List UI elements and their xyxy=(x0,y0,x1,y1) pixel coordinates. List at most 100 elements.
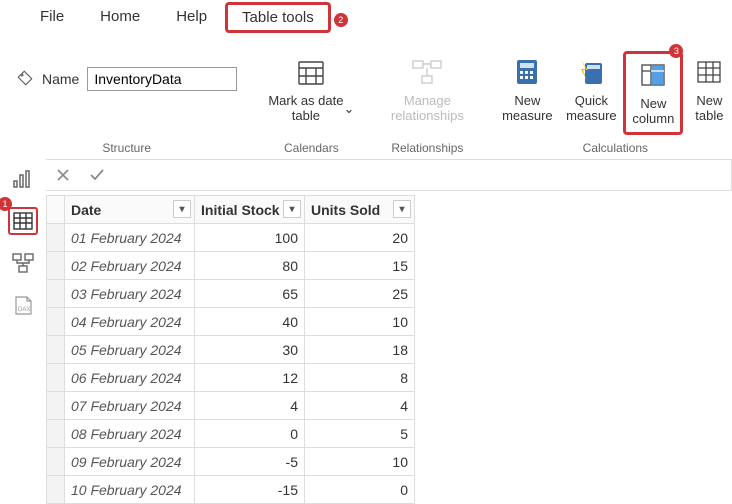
table-row[interactable]: 10 February 2024-150 xyxy=(47,476,415,504)
cell-initial[interactable]: 30 xyxy=(195,336,305,364)
cell-sold[interactable]: 20 xyxy=(305,224,415,252)
cell-date[interactable]: 06 February 2024 xyxy=(65,364,195,392)
col-header-initial[interactable]: Initial Stock ▾ xyxy=(195,196,305,224)
col-header-sold[interactable]: Units Sold ▾ xyxy=(305,196,415,224)
quick-measure-button[interactable]: Quick measure xyxy=(559,51,623,135)
formula-cancel-button[interactable] xyxy=(46,160,80,190)
quick-measure-icon xyxy=(574,55,608,89)
menu-home[interactable]: Home xyxy=(82,0,158,31)
view-switcher: 1 DAX xyxy=(0,159,46,497)
cell-sold[interactable]: 18 xyxy=(305,336,415,364)
report-view-button[interactable] xyxy=(8,165,38,193)
filter-dropdown-sold[interactable]: ▾ xyxy=(393,200,411,218)
ribbon-group-relationships: Manage relationships Relationships xyxy=(369,47,485,159)
table-row[interactable]: 01 February 202410020 xyxy=(47,224,415,252)
dax-view-button[interactable]: DAX xyxy=(8,291,38,319)
formula-commit-button[interactable] xyxy=(80,160,114,190)
new-table-button[interactable]: New table xyxy=(683,51,732,135)
cell-initial[interactable]: -5 xyxy=(195,448,305,476)
table-row[interactable]: 04 February 20244010 xyxy=(47,308,415,336)
cell-sold[interactable]: 4 xyxy=(305,392,415,420)
row-gutter xyxy=(47,364,65,392)
manage-relationships-button: Manage relationships xyxy=(379,51,475,129)
cell-initial[interactable]: 40 xyxy=(195,308,305,336)
table-row[interactable]: 07 February 202444 xyxy=(47,392,415,420)
new-column-button[interactable]: 3 New column xyxy=(623,51,683,135)
relationships-icon xyxy=(410,55,444,89)
table-row[interactable]: 02 February 20248015 xyxy=(47,252,415,280)
cell-initial[interactable]: -15 xyxy=(195,476,305,504)
menu-table-tools[interactable]: Table tools 2 xyxy=(225,2,331,33)
row-header-blank xyxy=(47,196,65,224)
menu-bar: File Home Help Table tools 2 xyxy=(0,0,732,40)
cell-sold[interactable]: 0 xyxy=(305,476,415,504)
cell-date[interactable]: 04 February 2024 xyxy=(65,308,195,336)
table-row[interactable]: 03 February 20246525 xyxy=(47,280,415,308)
col-header-date[interactable]: Date ▾ xyxy=(65,196,195,224)
table-row[interactable]: 06 February 2024128 xyxy=(47,364,415,392)
cell-sold[interactable]: 15 xyxy=(305,252,415,280)
manage-relationships-label: Manage relationships xyxy=(391,93,464,125)
cell-sold[interactable]: 25 xyxy=(305,280,415,308)
row-gutter xyxy=(47,476,65,504)
table-row[interactable]: 08 February 202405 xyxy=(47,420,415,448)
ribbon-group-calculations: New measure Quick measure 3 New column xyxy=(485,47,732,159)
cell-initial[interactable]: 100 xyxy=(195,224,305,252)
cell-date[interactable]: 10 February 2024 xyxy=(65,476,195,504)
new-measure-button[interactable]: New measure xyxy=(495,51,559,135)
table-row[interactable]: 05 February 20243018 xyxy=(47,336,415,364)
table-name-input[interactable] xyxy=(87,67,237,91)
col-header-initial-label: Initial Stock xyxy=(201,202,280,218)
row-gutter xyxy=(47,224,65,252)
cell-sold[interactable]: 8 xyxy=(305,364,415,392)
cell-date[interactable]: 03 February 2024 xyxy=(65,280,195,308)
cell-date[interactable]: 07 February 2024 xyxy=(65,392,195,420)
menu-file[interactable]: File xyxy=(22,0,82,31)
annotation-badge-3: 3 xyxy=(669,44,683,58)
new-table-label: New table xyxy=(695,93,723,125)
cell-initial[interactable]: 80 xyxy=(195,252,305,280)
cell-date[interactable]: 02 February 2024 xyxy=(65,252,195,280)
cell-date[interactable]: 05 February 2024 xyxy=(65,336,195,364)
filter-dropdown-initial[interactable]: ▾ xyxy=(283,200,301,218)
cell-date[interactable]: 09 February 2024 xyxy=(65,448,195,476)
col-header-date-label: Date xyxy=(71,202,101,218)
cell-sold[interactable]: 10 xyxy=(305,308,415,336)
row-gutter xyxy=(47,336,65,364)
row-gutter xyxy=(47,420,65,448)
cell-initial[interactable]: 4 xyxy=(195,392,305,420)
row-gutter xyxy=(47,308,65,336)
table-row[interactable]: 09 February 2024-510 xyxy=(47,448,415,476)
calendar-icon xyxy=(294,55,328,89)
cell-initial[interactable]: 12 xyxy=(195,364,305,392)
group-label-relationships: Relationships xyxy=(391,135,463,155)
row-gutter xyxy=(47,448,65,476)
col-header-sold-label: Units Sold xyxy=(311,202,380,218)
mark-as-date-label: Mark as date table xyxy=(268,94,343,124)
model-view-button[interactable] xyxy=(8,249,38,277)
formula-bar xyxy=(46,159,732,191)
cell-initial[interactable]: 65 xyxy=(195,280,305,308)
chevron-down-icon: ⌄ xyxy=(343,102,354,117)
cell-sold[interactable]: 10 xyxy=(305,448,415,476)
cell-date[interactable]: 01 February 2024 xyxy=(65,224,195,252)
tag-icon xyxy=(16,69,34,90)
row-gutter xyxy=(47,280,65,308)
menu-table-tools-label: Table tools xyxy=(242,9,314,26)
cell-initial[interactable]: 0 xyxy=(195,420,305,448)
cell-sold[interactable]: 5 xyxy=(305,420,415,448)
formula-input[interactable] xyxy=(114,160,731,190)
quick-measure-label: Quick measure xyxy=(566,93,617,125)
mark-as-date-table-button[interactable]: Mark as date table ⌄ xyxy=(263,51,359,129)
menu-help[interactable]: Help xyxy=(158,0,225,31)
new-measure-label: New measure xyxy=(502,93,553,125)
filter-dropdown-date[interactable]: ▾ xyxy=(173,200,191,218)
cell-date[interactable]: 08 February 2024 xyxy=(65,420,195,448)
main-panel: Date ▾ Initial Stock ▾ Units Sold ▾ 01 F… xyxy=(46,159,732,497)
ribbon: Name Structure Mark as date table ⌄ Cale… xyxy=(0,40,732,159)
row-gutter xyxy=(47,392,65,420)
group-label-structure: Structure xyxy=(102,135,151,155)
group-label-calendars: Calendars xyxy=(284,135,339,155)
row-gutter xyxy=(47,252,65,280)
data-view-button[interactable]: 1 xyxy=(8,207,38,235)
